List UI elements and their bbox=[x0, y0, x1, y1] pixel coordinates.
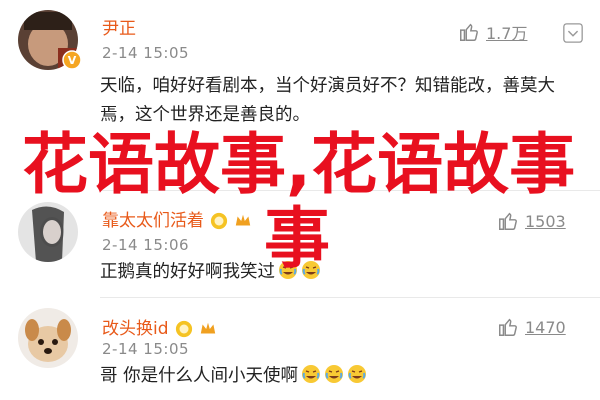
avatar[interactable] bbox=[18, 202, 78, 262]
crown-icon bbox=[235, 214, 251, 226]
username-text[interactable]: 改头换id bbox=[102, 319, 169, 339]
overlay-title: 花语故事,花语故事 bbox=[22, 126, 576, 203]
thumbs-up-icon bbox=[499, 212, 517, 230]
like-button[interactable]: 1.7万 bbox=[458, 20, 527, 44]
like-button[interactable]: 1470 bbox=[497, 316, 566, 338]
crown-icon bbox=[200, 322, 215, 334]
comment-text-content: 哥 你是什么人间小天使啊 bbox=[100, 366, 299, 386]
like-button[interactable]: 1503 bbox=[497, 210, 566, 232]
svg-text:V: V bbox=[68, 54, 77, 67]
crying-laugh-emoji bbox=[302, 365, 321, 383]
vip-badge-icon bbox=[210, 212, 228, 230]
chevron-down-icon[interactable] bbox=[562, 22, 584, 44]
avatar[interactable] bbox=[18, 308, 78, 368]
comment-date: 2-14 15:05 bbox=[102, 340, 190, 358]
vip-badge-icon: V bbox=[62, 50, 82, 70]
username-text[interactable]: 靠太太们活着 bbox=[102, 211, 204, 231]
crying-laugh-emoji bbox=[348, 365, 367, 383]
like-count: 1.7万 bbox=[486, 24, 528, 43]
vip-badge-icon bbox=[175, 320, 192, 338]
avatar-image bbox=[18, 308, 78, 368]
thumbs-up-icon bbox=[499, 318, 517, 336]
overlay-title-continued: 事 bbox=[264, 200, 330, 277]
username[interactable]: 尹正 bbox=[102, 14, 136, 39]
crying-laugh-emoji bbox=[325, 365, 344, 383]
username[interactable]: 改头换id bbox=[102, 314, 217, 339]
avatar-image bbox=[18, 202, 78, 262]
like-count: 1503 bbox=[525, 211, 566, 231]
thumbs-up-icon bbox=[460, 23, 478, 41]
comment-date: 2-14 15:05 bbox=[102, 44, 190, 62]
like-count: 1470 bbox=[525, 317, 566, 337]
comment-text: 哥 你是什么人间小天使啊 bbox=[100, 362, 562, 391]
comment-text: 天临，咱好好看剧本，当个好演员好不？知错能改，善莫大焉，这个世界还是善良的。 bbox=[100, 76, 555, 125]
comment-item: 改头换id 2-14 15:05 1470 哥 你是什么人间小天使啊 bbox=[0, 298, 600, 400]
comment-text: 正鹅真的好好啊我笑过 bbox=[100, 258, 562, 287]
comment-date: 2-14 15:06 bbox=[102, 236, 190, 254]
comment-text-content: 正鹅真的好好啊我笑过 bbox=[100, 262, 275, 282]
username[interactable]: 靠太太们活着 bbox=[102, 206, 252, 231]
